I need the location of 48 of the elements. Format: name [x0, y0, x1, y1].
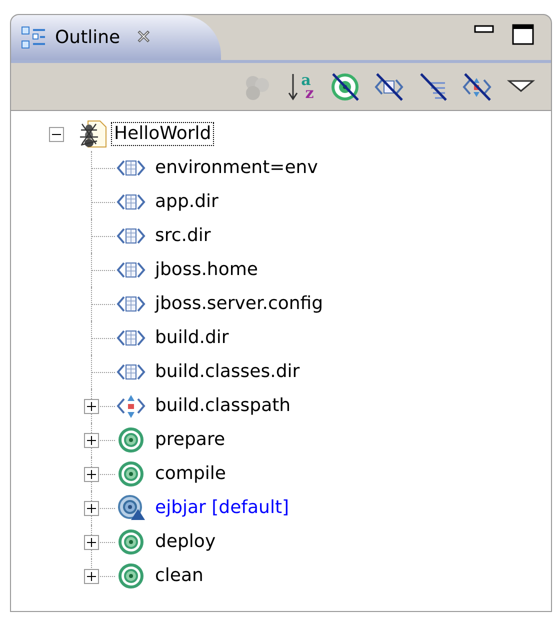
default-target-icon	[116, 495, 146, 521]
plus-icon	[87, 504, 96, 513]
maximize-button[interactable]	[511, 23, 535, 47]
tree-item[interactable]: build.dir	[153, 327, 231, 349]
expand-toggle[interactable]	[84, 501, 99, 516]
tree-item[interactable]: build.classes.dir	[153, 361, 302, 383]
plus-icon	[87, 470, 96, 479]
path-icon	[116, 393, 146, 419]
outline-icon	[21, 26, 47, 50]
target-icon	[116, 461, 146, 487]
target-filter-icon	[329, 70, 361, 102]
down-arrow-icon	[288, 72, 298, 102]
collapse-toggle[interactable]	[49, 126, 64, 142]
target-filter-button[interactable]	[329, 70, 361, 102]
expand-toggle[interactable]	[84, 569, 99, 584]
path-filter-button[interactable]	[461, 70, 493, 102]
tree-item[interactable]: clean	[153, 565, 206, 587]
tree-item[interactable]: app.dir	[153, 191, 220, 213]
expand-toggle[interactable]	[84, 433, 99, 448]
target-icon	[116, 529, 146, 555]
sort-button[interactable]: a z	[285, 70, 317, 102]
tree-item[interactable]: compile	[153, 463, 228, 485]
plus-icon	[87, 402, 96, 411]
sort-letter: z	[305, 86, 314, 100]
property-filter-icon	[373, 70, 405, 102]
outline-tab[interactable]: Outline ✕	[11, 15, 221, 60]
tree-item[interactable]: build.classpath	[153, 395, 293, 417]
plus-icon	[87, 436, 96, 445]
expand-toggle[interactable]	[84, 467, 99, 482]
expand-toggle[interactable]	[84, 535, 99, 550]
property-filter-button[interactable]	[373, 70, 405, 102]
path-filter-icon	[461, 70, 493, 102]
plus-icon	[87, 572, 96, 581]
tree-item[interactable]: environment=env	[153, 157, 320, 179]
tree-item[interactable]: ejbjar [default]	[153, 497, 292, 519]
internal-filter-button[interactable]	[417, 70, 449, 102]
target-icon	[116, 563, 146, 589]
target-icon	[116, 427, 146, 453]
tree-item[interactable]: jboss.home	[153, 259, 260, 281]
expand-toggle[interactable]	[84, 399, 99, 414]
tree-item[interactable]: jboss.server.config	[153, 293, 326, 315]
plus-icon	[87, 538, 96, 547]
tree-item[interactable]: prepare	[153, 429, 228, 451]
sort-letter: a	[300, 74, 312, 86]
tree-item[interactable]: deploy	[153, 531, 218, 553]
internal-filter-icon	[417, 70, 449, 102]
tree-item[interactable]: src.dir	[153, 225, 213, 247]
tree-item[interactable]: HelloWorld	[112, 123, 214, 145]
